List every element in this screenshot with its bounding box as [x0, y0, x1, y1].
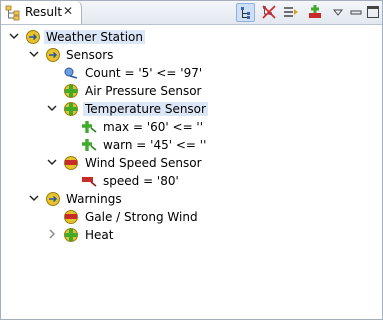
hierarchy-button[interactable]: [236, 3, 255, 22]
view-menu-icon: [332, 9, 344, 16]
remove-button[interactable]: [260, 3, 278, 21]
tree-node-speed[interactable]: speed = '80': [1, 172, 382, 190]
chevron-down-icon[interactable]: [47, 157, 57, 167]
tab-result[interactable]: Result ✕: [1, 1, 82, 24]
hierarchy-icon: [241, 7, 250, 19]
result-view: Result ✕ Weather Station Sensors Count =…: [0, 0, 383, 320]
add-icon: [309, 5, 321, 18]
chevron-down-icon[interactable]: [29, 193, 39, 203]
tree-node-label: speed = '80': [103, 174, 179, 188]
add-button[interactable]: [306, 3, 324, 21]
chevron-right-icon[interactable]: [47, 229, 57, 239]
blue-arrow-icon: [64, 67, 78, 79]
green-arrow-icon: [82, 139, 97, 151]
tree-node-warn[interactable]: warn = '45' <= '': [1, 136, 382, 154]
minimize-button[interactable]: [347, 3, 365, 21]
tree-node-heat[interactable]: Heat: [1, 226, 382, 244]
tree-node-label: Warnings: [66, 192, 122, 206]
tree-node-label: Count = '5' <= '97': [85, 66, 203, 80]
maximize-button[interactable]: [364, 3, 382, 21]
tree-node-label: Heat: [85, 228, 114, 242]
view-tab-bar: Result ✕: [1, 1, 382, 25]
red-error-icon: [64, 210, 78, 224]
red-arrow-icon: [82, 177, 97, 187]
tree-node-sensors[interactable]: Sensors: [1, 46, 382, 64]
result-tree: Weather Station Sensors Count = '5' <= '…: [1, 25, 382, 319]
chevron-down-icon[interactable]: [47, 103, 57, 113]
green-ok-icon: [64, 102, 78, 116]
view-menu-button[interactable]: [329, 3, 347, 21]
tree-node-count[interactable]: Count = '5' <= '97': [1, 64, 382, 82]
info-node-icon: [26, 30, 40, 44]
maximize-icon: [367, 6, 379, 18]
tree-node-warnings[interactable]: Warnings: [1, 190, 382, 208]
tree-node-air-pressure[interactable]: Air Pressure Sensor: [1, 82, 382, 100]
tree-node-gale[interactable]: Gale / Strong Wind: [1, 208, 382, 226]
green-arrow-icon: [82, 121, 97, 133]
tree-node-label: Temperature Sensor: [83, 102, 208, 116]
tree-node-wind-speed[interactable]: Wind Speed Sensor: [1, 154, 382, 172]
tab-result-label: Result: [25, 5, 63, 19]
info-node-icon: [46, 192, 60, 206]
tree-node-label: Air Pressure Sensor: [85, 84, 202, 98]
expand-all-icon: [284, 7, 298, 17]
tree-node-label: warn = '45' <= '': [103, 138, 207, 152]
remove-icon: [262, 5, 276, 19]
tree-node-label: Gale / Strong Wind: [85, 210, 198, 224]
chevron-down-icon[interactable]: [29, 49, 39, 59]
minimize-icon: [350, 10, 362, 15]
result-view-icon: [5, 5, 21, 21]
tree-node-label: Sensors: [66, 48, 114, 62]
green-ok-icon: [64, 84, 78, 98]
info-node-icon: [46, 48, 60, 62]
green-ok-icon: [64, 228, 78, 242]
tree-node-max[interactable]: max = '60' <= '': [1, 118, 382, 136]
tree-node-label: Wind Speed Sensor: [85, 156, 202, 170]
chevron-down-icon[interactable]: [9, 31, 19, 41]
tree-node-label: max = '60' <= '': [103, 120, 204, 134]
close-icon[interactable]: ✕: [63, 4, 73, 18]
tree-node-label: Weather Station: [44, 30, 146, 44]
tree-node-temperature[interactable]: Temperature Sensor: [1, 100, 382, 118]
tree-node-weather-station[interactable]: Weather Station: [1, 28, 382, 46]
red-error-icon: [64, 156, 78, 170]
expand-all-button[interactable]: [282, 3, 300, 21]
